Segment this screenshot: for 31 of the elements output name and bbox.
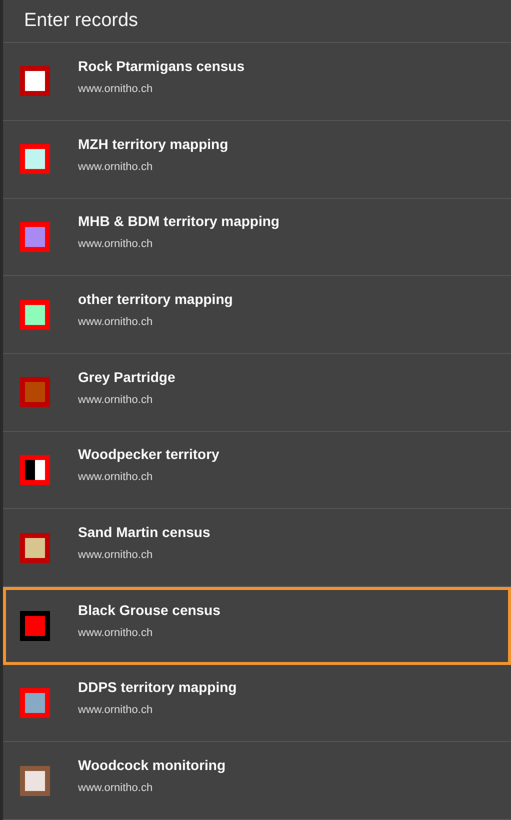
item-url: www.ornitho.ch (78, 782, 154, 794)
item-url: www.ornitho.ch (78, 549, 154, 562)
list-item[interactable]: DDPS territory mapping www.ornitho.ch (3, 664, 511, 742)
item-title: MHB & BDM territory mapping (78, 213, 280, 230)
item-title: Woodcock monitoring (78, 757, 226, 774)
item-title: other territory mapping (78, 291, 233, 308)
item-title: Grey Partridge (78, 368, 176, 385)
item-url: www.ornitho.ch (78, 160, 154, 173)
item-url: www.ornitho.ch (78, 82, 154, 95)
item-title: Sand Martin census (78, 524, 210, 540)
item-url: www.ornitho.ch (78, 238, 154, 250)
item-title: Black Grouse census (78, 602, 220, 618)
item-title: Woodpecker territory (78, 446, 220, 462)
page-title: Enter records (24, 10, 138, 32)
list-item[interactable]: other territory mapping www.ornitho.ch (3, 276, 511, 354)
item-url: www.ornitho.ch (78, 704, 154, 716)
list-item[interactable]: Sand Martin census www.ornitho.ch (3, 509, 511, 587)
list-item[interactable]: Rock Ptarmigans census www.ornitho.ch (3, 43, 511, 121)
item-url: www.ornitho.ch (78, 316, 154, 328)
item-title: Rock Ptarmigans census (78, 58, 245, 74)
list-item[interactable]: MHB & BDM territory mapping www.ornitho.ch (3, 198, 511, 276)
item-url: www.ornitho.ch (78, 471, 154, 484)
item-url: www.ornitho.ch (78, 627, 154, 640)
item-title: MZH territory mapping (78, 136, 228, 152)
list-item[interactable]: Woodpecker territory www.ornitho.ch (3, 432, 511, 510)
list-item[interactable]: Grey Partridge www.ornitho.ch (3, 354, 511, 432)
list-item[interactable]: Black Grouse census www.ornitho.ch (3, 586, 511, 665)
item-title: DDPS territory mapping (78, 679, 237, 696)
list-item[interactable]: MZH territory mapping www.ornitho.ch (3, 120, 511, 198)
list-item[interactable]: Woodcock monitoring www.ornitho.ch (3, 742, 511, 820)
item-url: www.ornitho.ch (78, 394, 154, 406)
